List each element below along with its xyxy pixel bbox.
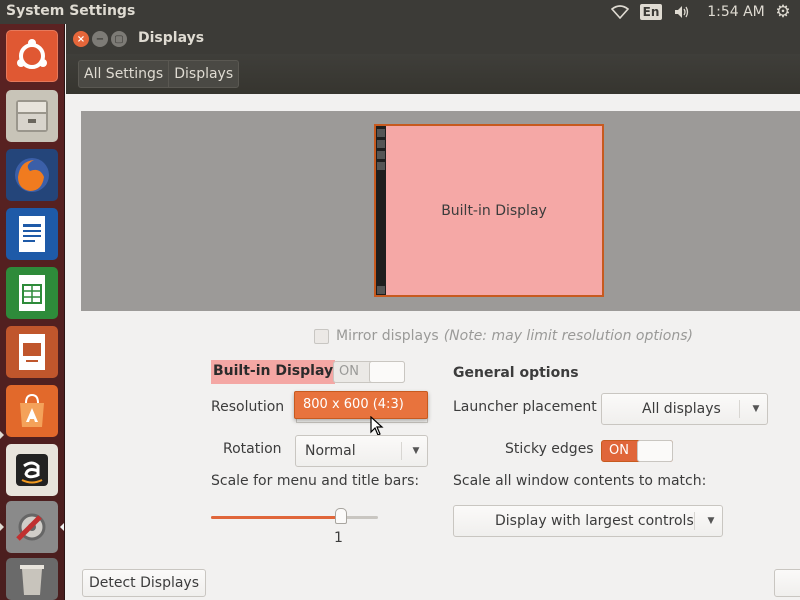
scale-slider-track[interactable] — [211, 516, 378, 519]
display-toggle-label: ON — [339, 364, 359, 379]
launcher-placement-label: Launcher placement — [453, 399, 597, 415]
trash-icon[interactable] — [6, 558, 58, 600]
launcher-placement-value: All displays — [642, 401, 721, 417]
sticky-edges-label: Sticky edges — [505, 441, 594, 457]
resolution-label: Resolution — [211, 399, 285, 415]
close-icon[interactable]: × — [73, 31, 89, 47]
rotation-label: Rotation — [223, 441, 282, 457]
language-indicator[interactable]: En — [639, 0, 663, 24]
clock[interactable]: 1:54 AM — [704, 0, 768, 24]
scale-slider-value: 1 — [334, 530, 343, 546]
software-bag-icon[interactable] — [6, 385, 58, 437]
breadcrumb-all-settings[interactable]: All Settings — [79, 61, 168, 87]
top-panel-app-title: System Settings — [6, 3, 136, 19]
breadcrumb: All Settings Displays — [78, 60, 240, 88]
active-indicator — [60, 523, 64, 531]
running-indicator — [0, 431, 4, 439]
toolbar: All Settings Displays — [66, 54, 800, 94]
launcher — [0, 24, 65, 600]
sticky-toggle-label: ON — [609, 443, 629, 458]
maximize-icon[interactable]: ▢ — [111, 31, 127, 47]
running-indicator — [0, 523, 4, 531]
sticky-edges-toggle[interactable]: ON — [601, 440, 673, 462]
rotation-select[interactable]: Normal ▼ — [295, 435, 428, 467]
toggle-knob — [369, 361, 405, 383]
launcher-strip-preview — [376, 126, 386, 295]
writer-document-icon[interactable] — [6, 208, 58, 260]
mirror-displays-label: Mirror displays — [336, 328, 439, 344]
minimize-icon[interactable]: − — [92, 31, 108, 47]
scale-slider-handle[interactable] — [335, 508, 348, 524]
top-panel: System Settings En 1:54 AM ⚙ — [0, 0, 800, 24]
general-options-title: General options — [453, 365, 579, 381]
display-arrangement-area: Built-in Display — [81, 111, 800, 311]
ubuntu-logo-icon[interactable] — [6, 30, 58, 82]
scale-menu-label: Scale for menu and title bars: — [211, 473, 420, 489]
language-label: En — [639, 4, 663, 20]
chevron-down-icon: ▼ — [752, 404, 760, 414]
launcher-placement-select[interactable]: All displays ▼ — [601, 393, 768, 425]
mirror-displays-note: (Note: may limit resolution options) — [443, 328, 693, 344]
displays-window: × − ▢ Displays All Settings Displays Bui… — [66, 24, 800, 600]
wifi-icon[interactable] — [608, 0, 632, 24]
scale-slider-fill — [211, 516, 342, 519]
detect-displays-button[interactable]: Detect Displays — [82, 569, 206, 597]
resolution-dropdown-selected[interactable]: 800 x 600 (4:3) — [294, 391, 428, 419]
scale-all-label: Scale all window contents to match: — [453, 473, 707, 489]
chevron-down-icon: ▼ — [707, 516, 715, 526]
display-name-label: Built-in Display — [211, 360, 336, 384]
settings-wrench-icon[interactable] — [6, 501, 58, 553]
resolution-value: 800 x 600 (4:3) — [303, 397, 404, 412]
breadcrumb-displays[interactable]: Displays — [168, 61, 238, 87]
window-titlebar[interactable]: × − ▢ Displays — [66, 24, 800, 54]
monitor-preview[interactable]: Built-in Display — [374, 124, 604, 297]
impress-presentation-icon[interactable] — [6, 326, 58, 378]
apply-button[interactable] — [774, 569, 800, 597]
mouse-pointer-icon — [370, 416, 384, 436]
volume-icon[interactable] — [672, 0, 694, 24]
display-on-toggle[interactable]: ON — [333, 361, 405, 383]
mirror-displays-row: Mirror displays (Note: may limit resolut… — [314, 327, 693, 345]
power-gear-icon[interactable]: ⚙ — [772, 0, 794, 24]
scale-all-value: Display with largest controls — [495, 513, 694, 529]
file-cabinet-icon[interactable] — [6, 90, 58, 142]
rotation-value: Normal — [305, 443, 356, 459]
window-title: Displays — [138, 30, 205, 46]
amazon-logo-icon[interactable] — [6, 444, 58, 496]
scale-all-select[interactable]: Display with largest controls ▼ — [453, 505, 723, 537]
toggle-knob — [637, 440, 673, 462]
monitor-label: Built-in Display — [441, 202, 547, 219]
firefox-icon[interactable] — [6, 149, 58, 201]
displays-panel: Built-in Display Mirror displays (Note: … — [66, 94, 800, 600]
mirror-displays-checkbox[interactable] — [314, 328, 329, 344]
chevron-down-icon: ▼ — [412, 446, 420, 456]
calc-spreadsheet-icon[interactable] — [6, 267, 58, 319]
